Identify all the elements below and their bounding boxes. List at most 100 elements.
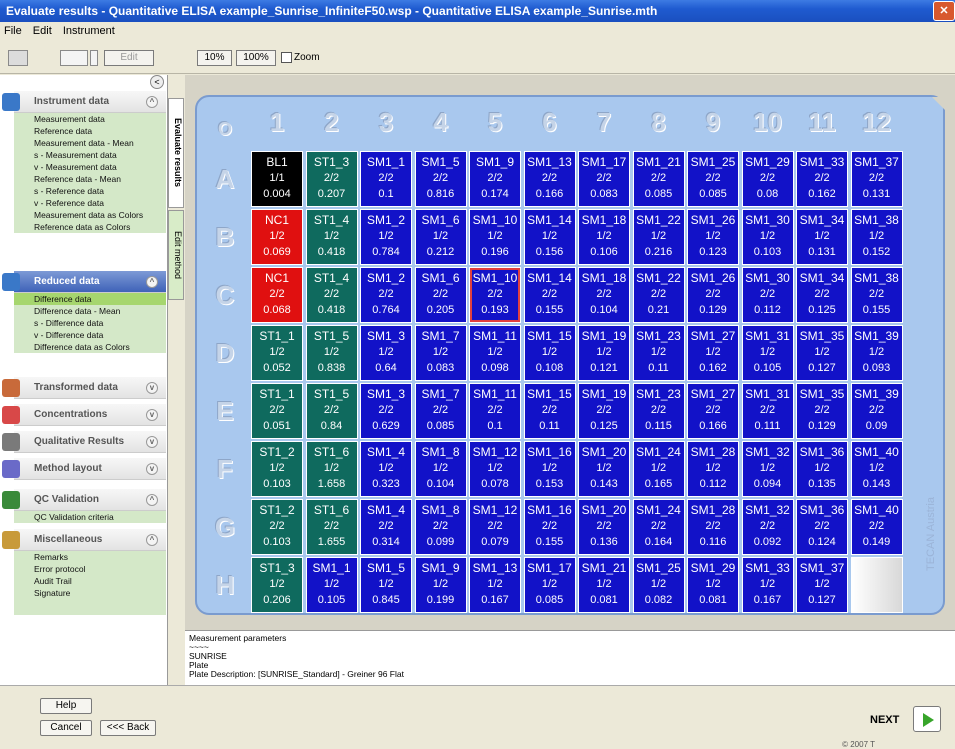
row-header[interactable]: F — [205, 441, 245, 497]
plate-well[interactable]: SM1_20 2/2 0.136 — [578, 499, 630, 555]
menu-instrument[interactable]: Instrument — [63, 25, 115, 37]
group-header[interactable]: QC Validation ^ — [2, 489, 166, 511]
plate-well[interactable]: SM1_40 2/2 0.149 — [850, 499, 903, 555]
sidebar-item[interactable]: QC Validation criteria — [14, 511, 166, 523]
column-header[interactable]: 1 — [251, 107, 303, 147]
column-header[interactable]: 6 — [524, 107, 576, 147]
zoom-checkbox[interactable] — [281, 52, 292, 63]
plate-well[interactable]: SM1_8 2/2 0.099 — [414, 499, 467, 555]
plate-well[interactable]: SM1_21 2/2 0.085 — [632, 151, 685, 207]
column-header[interactable]: 10 — [742, 107, 794, 147]
plate-well[interactable]: SM1_30 2/2 0.112 — [741, 267, 794, 323]
column-header[interactable]: 5 — [469, 107, 521, 147]
plate-well[interactable]: SM1_18 2/2 0.104 — [578, 267, 630, 323]
plate-well[interactable]: ST1_3 2/2 0.207 — [305, 151, 358, 207]
sidebar-item[interactable]: Reference data - Mean — [14, 173, 166, 185]
sidebar-item[interactable]: Error protocol — [14, 563, 166, 575]
plate-well[interactable]: SM1_37 2/2 0.131 — [850, 151, 903, 207]
plate-well[interactable]: SM1_9 2/2 0.174 — [469, 151, 521, 207]
plate-well[interactable]: SM1_24 1/2 0.165 — [632, 441, 685, 497]
plate-well[interactable]: ST1_6 2/2 1.655 — [305, 499, 358, 555]
plate-well[interactable]: SM1_1 1/2 0.105 — [305, 557, 358, 613]
sidebar-item[interactable]: Remarks — [14, 551, 166, 563]
plate-well[interactable]: SM1_16 1/2 0.153 — [523, 441, 576, 497]
column-header[interactable]: 4 — [415, 107, 467, 147]
group-header[interactable]: Miscellaneous ^ — [2, 529, 166, 551]
plate-well[interactable]: SM1_3 2/2 0.629 — [360, 383, 412, 439]
sidebar-item[interactable]: Measurement data — [14, 113, 166, 125]
chevron-up-icon[interactable]: ^ — [146, 96, 158, 108]
plate-well[interactable]: ST1_3 1/2 0.206 — [251, 557, 303, 613]
menu-edit[interactable]: Edit — [33, 25, 52, 37]
plate-well[interactable]: SM1_4 2/2 0.314 — [360, 499, 412, 555]
plate-well[interactable]: SM1_24 2/2 0.164 — [632, 499, 685, 555]
plate-well[interactable] — [850, 557, 903, 613]
plate-well[interactable]: ST1_4 1/2 0.418 — [305, 209, 358, 265]
plate-well[interactable]: SM1_7 1/2 0.083 — [414, 325, 467, 381]
toolbar-dropdown[interactable] — [60, 50, 88, 66]
column-header[interactable]: 12 — [851, 107, 903, 147]
plate-well[interactable]: SM1_9 1/2 0.199 — [414, 557, 467, 613]
plate-well[interactable]: SM1_2 1/2 0.784 — [360, 209, 412, 265]
help-button[interactable]: Help — [40, 698, 92, 714]
plate-well[interactable]: NC1 2/2 0.068 — [251, 267, 303, 323]
row-header[interactable]: H — [205, 557, 245, 613]
plate-well[interactable]: SM1_29 2/2 0.08 — [741, 151, 794, 207]
plate-well[interactable]: SM1_33 2/2 0.162 — [796, 151, 848, 207]
group-header[interactable]: Reduced data ^ — [2, 271, 166, 293]
plate-well[interactable]: SM1_12 1/2 0.078 — [469, 441, 521, 497]
sidebar-item[interactable]: Reference data as Colors — [14, 221, 166, 233]
row-header[interactable]: E — [205, 383, 245, 439]
plate-well[interactable]: SM1_27 2/2 0.166 — [687, 383, 739, 439]
tab-edit-method[interactable]: Edit method — [168, 210, 184, 300]
next-button[interactable] — [913, 706, 941, 732]
plate-well[interactable]: SM1_13 2/2 0.166 — [523, 151, 576, 207]
plate-well[interactable]: SM1_31 2/2 0.111 — [741, 383, 794, 439]
sidebar-item[interactable]: s - Difference data — [14, 317, 166, 329]
column-header[interactable]: 7 — [578, 107, 630, 147]
row-header[interactable]: D — [205, 325, 245, 381]
sidebar-item[interactable]: s - Reference data — [14, 185, 166, 197]
plate-well[interactable]: SM1_12 2/2 0.079 — [469, 499, 521, 555]
column-header[interactable]: 2 — [306, 107, 358, 147]
group-header[interactable]: Method layout v — [2, 458, 166, 480]
plate-well[interactable]: SM1_4 1/2 0.323 — [360, 441, 412, 497]
plate-well[interactable]: SM1_20 1/2 0.143 — [578, 441, 630, 497]
plate-well[interactable]: SM1_36 2/2 0.124 — [796, 499, 848, 555]
zoom-10-button[interactable]: 10% — [197, 50, 232, 66]
sidebar-item[interactable]: Difference data as Colors — [14, 341, 166, 353]
sidebar-item[interactable]: s - Measurement data — [14, 149, 166, 161]
sidebar-item[interactable]: Audit Trail — [14, 575, 166, 587]
plate-well[interactable]: SM1_5 1/2 0.845 — [360, 557, 412, 613]
plate-well[interactable]: SM1_8 1/2 0.104 — [414, 441, 467, 497]
plate-well[interactable]: SM1_34 2/2 0.125 — [796, 267, 848, 323]
toolbar-swatch[interactable] — [8, 50, 28, 66]
plate-well[interactable]: SM1_10 1/2 0.196 — [469, 209, 521, 265]
plate-well[interactable]: SM1_28 2/2 0.116 — [687, 499, 739, 555]
plate-well[interactable]: SM1_25 2/2 0.085 — [687, 151, 739, 207]
chevron-down-icon[interactable]: v — [146, 436, 158, 448]
sidebar-item[interactable]: v - Reference data — [14, 197, 166, 209]
plate-well[interactable]: SM1_26 1/2 0.123 — [687, 209, 739, 265]
plate-well[interactable]: BL1 1/1 0.004 — [251, 151, 303, 207]
row-header[interactable]: B — [205, 209, 245, 265]
plate-well[interactable]: SM1_6 2/2 0.205 — [414, 267, 467, 323]
sidebar-item[interactable]: Reference data — [14, 125, 166, 137]
sidebar-item[interactable]: Measurement data as Colors — [14, 209, 166, 221]
column-header[interactable]: 3 — [360, 107, 412, 147]
plate-well[interactable]: SM1_11 2/2 0.1 — [469, 383, 521, 439]
plate-well[interactable]: ST1_2 2/2 0.103 — [251, 499, 303, 555]
group-header[interactable]: Concentrations v — [2, 404, 166, 426]
sidebar-item[interactable]: v - Difference data — [14, 329, 166, 341]
plate-well[interactable]: SM1_19 1/2 0.121 — [578, 325, 630, 381]
plate-well[interactable]: SM1_14 2/2 0.155 — [523, 267, 576, 323]
tab-evaluate-results[interactable]: Evaluate results — [168, 98, 184, 208]
sidebar-item[interactable]: Measurement data - Mean — [14, 137, 166, 149]
plate-well[interactable]: SM1_14 1/2 0.156 — [523, 209, 576, 265]
plate-well[interactable]: SM1_28 1/2 0.112 — [687, 441, 739, 497]
plate-well[interactable]: SM1_27 1/2 0.162 — [687, 325, 739, 381]
plate-well[interactable]: ST1_6 1/2 1.658 — [305, 441, 358, 497]
column-header[interactable]: 9 — [687, 107, 739, 147]
sidebar-item-selected[interactable]: Difference data — [14, 293, 166, 305]
chevron-down-icon[interactable]: v — [146, 463, 158, 475]
